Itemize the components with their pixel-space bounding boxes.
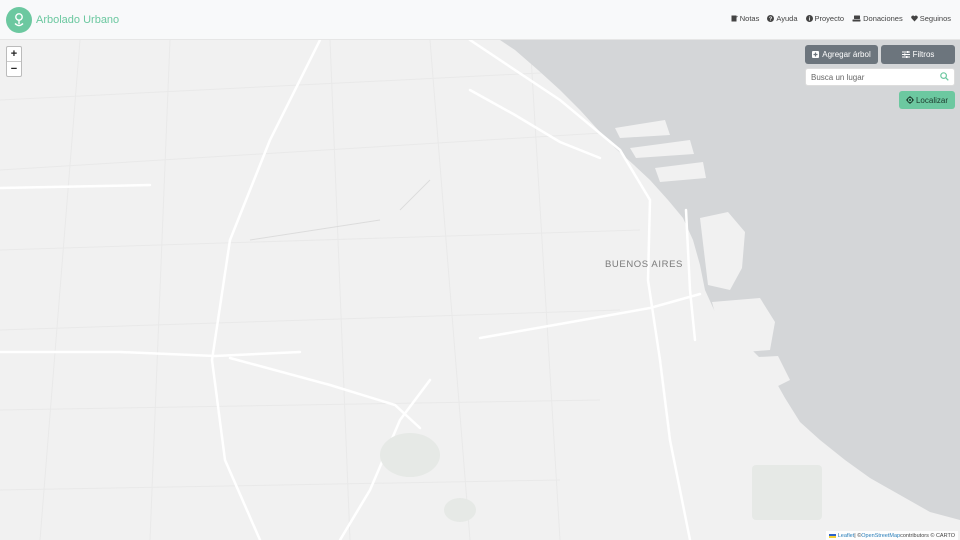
add-tree-label: Agregar árbol — [822, 50, 871, 59]
map-attribution: Leaflet | © OpenStreetMap contributors ©… — [825, 531, 958, 540]
add-tree-button[interactable]: Agregar árbol — [805, 45, 878, 64]
zoom-in-button[interactable]: + — [7, 47, 21, 61]
donate-icon — [852, 15, 861, 22]
nav-item-notas[interactable]: Notas — [731, 14, 760, 23]
question-icon: ? — [767, 15, 775, 22]
nav-item-donaciones[interactable]: Donaciones — [852, 14, 903, 23]
filters-button[interactable]: Filtros — [881, 45, 955, 64]
place-search — [805, 68, 955, 86]
ukraine-flag-icon — [828, 533, 836, 538]
locate-button[interactable]: Localizar — [899, 91, 955, 109]
zoom-control: + − — [6, 46, 22, 77]
nav-item-ayuda[interactable]: ? Ayuda — [767, 14, 798, 23]
notes-icon — [731, 15, 738, 22]
brand-title: Arbolado Urbano — [36, 14, 120, 26]
top-navbar: Arbolado Urbano Notas ? Ayuda i Proyecto… — [0, 0, 960, 40]
nav-label: Seguinos — [919, 14, 951, 23]
nav-menu: Notas ? Ayuda i Proyecto Donaciones Segu… — [731, 14, 951, 23]
tree-pin-logo-icon — [6, 7, 32, 33]
zoom-out-button[interactable]: − — [7, 61, 21, 76]
nav-label: Proyecto — [814, 14, 845, 23]
info-icon: i — [805, 15, 813, 22]
crosshair-icon — [905, 96, 914, 104]
nav-label: Ayuda — [776, 14, 798, 23]
locate-label: Localizar — [915, 95, 948, 105]
city-label: BUENOS AIRES — [605, 259, 683, 270]
brand[interactable]: Arbolado Urbano — [6, 7, 119, 33]
heart-icon — [910, 15, 918, 22]
map-tiles — [0, 40, 960, 540]
leaflet-link[interactable]: Leaflet — [838, 533, 855, 539]
nav-label: Notas — [739, 14, 760, 23]
filters-label: Filtros — [912, 50, 935, 59]
nav-item-seguinos[interactable]: Seguinos — [910, 14, 951, 23]
nav-label: Donaciones — [863, 14, 903, 23]
sliders-icon — [901, 51, 910, 58]
search-input[interactable] — [811, 71, 936, 83]
search-icon[interactable] — [940, 72, 949, 81]
map[interactable]: BUENOS AIRES + − Agregar árbol Filtros L… — [0, 40, 960, 540]
nav-item-proyecto[interactable]: i Proyecto — [805, 14, 845, 23]
attribution-separator: | © — [854, 532, 862, 539]
attribution-text: contributors © CARTO — [900, 532, 955, 539]
osm-link[interactable]: OpenStreetMap — [861, 533, 900, 539]
plus-square-icon — [812, 51, 820, 58]
